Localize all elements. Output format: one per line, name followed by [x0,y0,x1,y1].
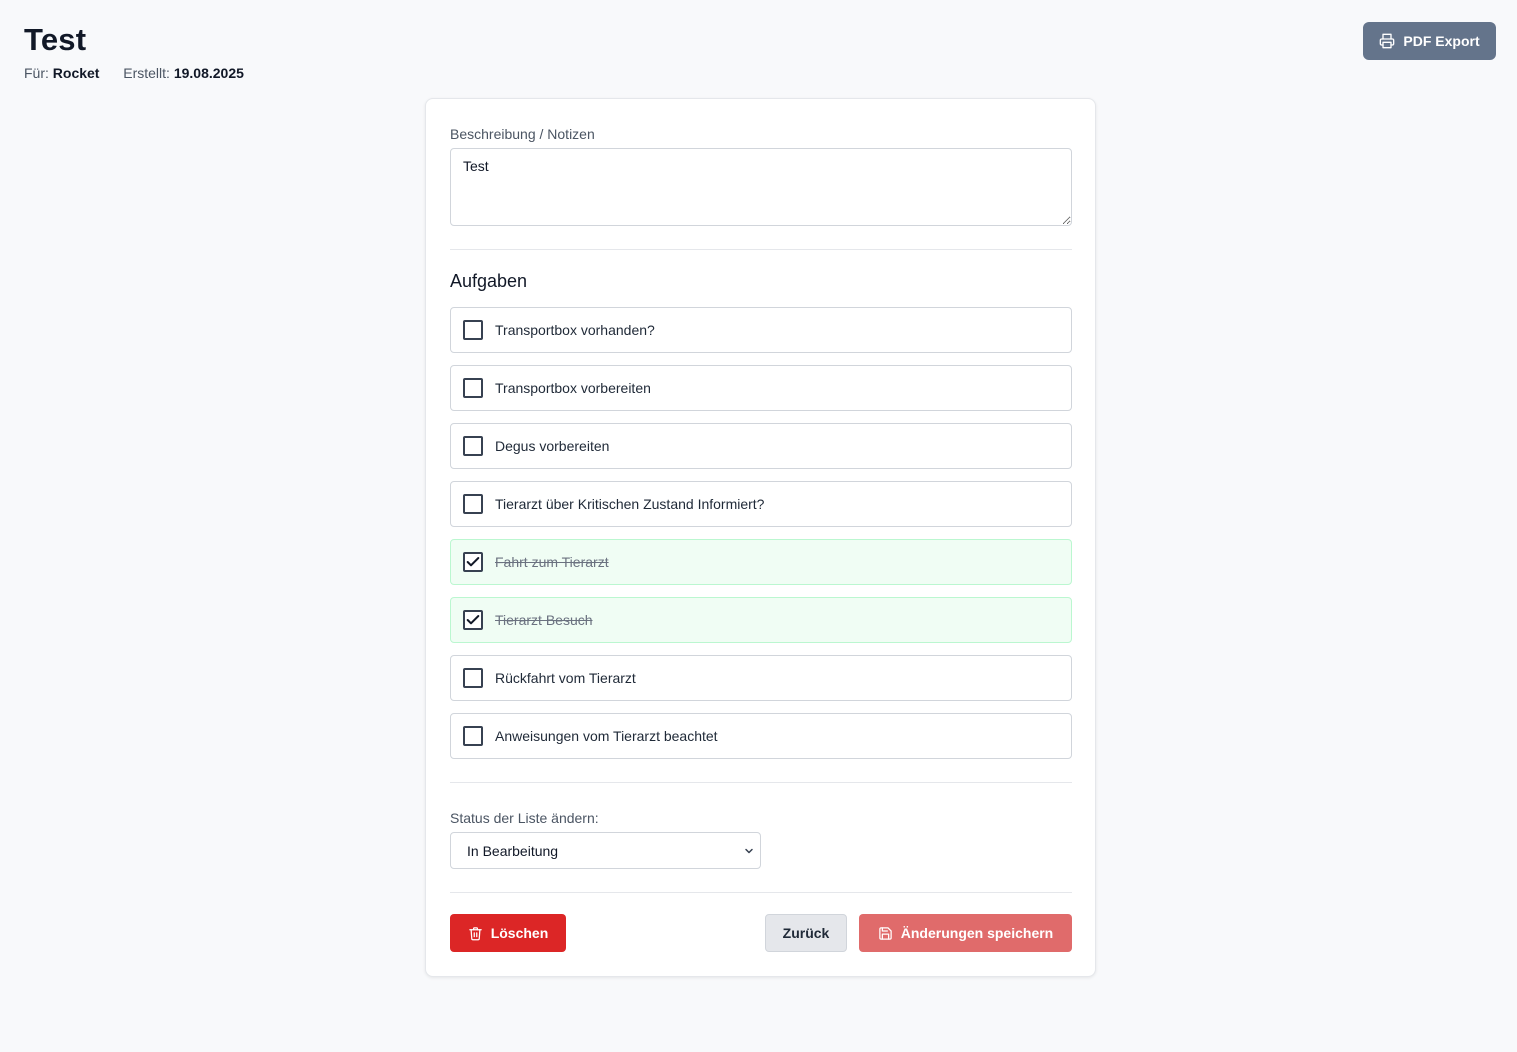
save-icon [879,926,892,940]
check-icon [466,615,480,625]
task-label: Tierarzt über Kritischen Zustand Informi… [495,496,765,512]
divider [450,249,1072,250]
task-checkbox[interactable] [463,726,483,746]
task-label: Transportbox vorbereiten [495,380,651,396]
task-label: Tierarzt Besuch [495,612,593,628]
pdf-export-button[interactable]: PDF Export [1363,22,1496,60]
created-value: 19.08.2025 [173,65,244,81]
for-label: Für: [24,65,49,81]
task-checkbox[interactable] [463,494,483,514]
status-select[interactable]: In Bearbeitung [450,832,761,869]
task-item[interactable]: Tierarzt Besuch [450,597,1072,643]
list-card: Beschreibung / Notizen Test Aufgaben Tra… [425,98,1096,977]
task-label: Transportbox vorhanden? [495,322,655,338]
task-label: Anweisungen vom Tierarzt beachtet [495,728,718,744]
chevron-down-icon [745,848,753,854]
save-label: Änderungen speichern [900,925,1054,941]
pdf-export-label: PDF Export [1403,33,1480,49]
task-item[interactable]: Degus vorbereiten [450,423,1072,469]
task-checkbox[interactable] [463,436,483,456]
notes-label: Beschreibung / Notizen [450,126,595,142]
task-item[interactable]: Rückfahrt vom Tierarzt [450,655,1072,701]
task-label: Rückfahrt vom Tierarzt [495,670,636,686]
trash-icon [468,926,482,940]
delete-label: Löschen [490,925,549,941]
status-selected-value: In Bearbeitung [467,842,559,859]
save-button[interactable]: Änderungen speichern [859,914,1072,952]
status-label: Status der Liste ändern: [450,810,599,826]
created-label: Erstellt: [123,65,170,81]
printer-icon [1380,33,1395,49]
task-label: Fahrt zum Tierarzt [495,554,609,570]
task-item[interactable]: Transportbox vorbereiten [450,365,1072,411]
divider [450,782,1072,783]
task-item[interactable]: Tierarzt über Kritischen Zustand Informi… [450,481,1072,527]
task-checkbox[interactable] [463,378,483,398]
page-header: Test Für: Rocket Erstellt: 19.08.2025 [24,22,244,82]
tasks-title: Aufgaben [450,271,528,291]
divider [450,892,1072,893]
for-value: Rocket [52,65,100,81]
notes-textarea[interactable]: Test [450,148,1072,226]
task-item[interactable]: Transportbox vorhanden? [450,307,1072,353]
back-label: Zurück [782,925,830,941]
task-item[interactable]: Anweisungen vom Tierarzt beachtet [450,713,1072,759]
page-title: Test [24,22,87,57]
task-checkbox[interactable] [463,668,483,688]
delete-button[interactable]: Löschen [450,914,566,952]
task-checkbox[interactable] [463,610,483,630]
task-checkbox[interactable] [463,320,483,340]
task-label: Degus vorbereiten [495,438,610,454]
task-item[interactable]: Fahrt zum Tierarzt [450,539,1072,585]
back-button[interactable]: Zurück [765,914,847,952]
check-icon [466,557,480,567]
task-checkbox[interactable] [463,552,483,572]
list-meta: Für: Rocket Erstellt: 19.08.2025 [24,64,244,82]
